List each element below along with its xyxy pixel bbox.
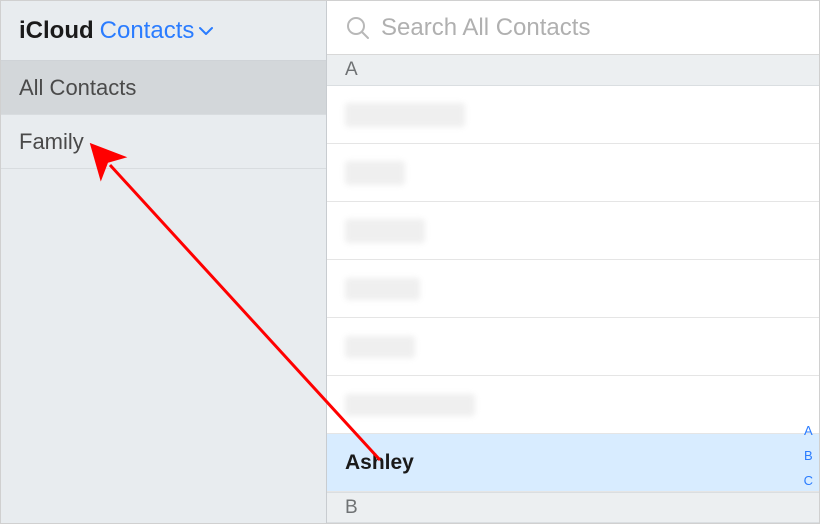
sidebar-item-all-contacts[interactable]: All Contacts [1,61,326,115]
chevron-down-icon [199,26,213,36]
sidebar-item-family[interactable]: Family [1,115,326,169]
alpha-index-letter[interactable]: C [804,473,813,488]
contact-row[interactable] [327,318,819,376]
alpha-index[interactable]: A B C [804,423,813,488]
sidebar-item-label: All Contacts [19,75,136,101]
contacts-list: Ashley [327,86,819,492]
alpha-index-letter[interactable]: A [804,423,813,438]
brand-title: iCloud [19,17,94,45]
main-panel: A Ashley B A B C [327,1,819,523]
search-input[interactable] [381,14,801,42]
sidebar-item-label: Family [19,129,84,155]
contact-row[interactable] [327,260,819,318]
search-bar[interactable] [327,1,819,55]
section-letter: B [345,497,358,519]
alpha-index-letter[interactable]: B [804,448,813,463]
contact-row[interactable] [327,86,819,144]
contact-row[interactable] [327,376,819,434]
contact-row[interactable] [327,144,819,202]
sidebar-header: iCloud Contacts [1,1,326,61]
groups-dropdown[interactable]: Contacts [100,17,214,45]
contact-row-selected[interactable]: Ashley [327,434,819,492]
section-header-b: B [327,492,819,523]
contact-row[interactable] [327,202,819,260]
section-header-a: A [327,55,819,86]
contact-name: Ashley [345,451,414,475]
groups-dropdown-label: Contacts [100,17,195,45]
search-icon [345,15,371,41]
sidebar: iCloud Contacts All Contacts Family [1,1,327,523]
section-letter: A [345,59,358,81]
